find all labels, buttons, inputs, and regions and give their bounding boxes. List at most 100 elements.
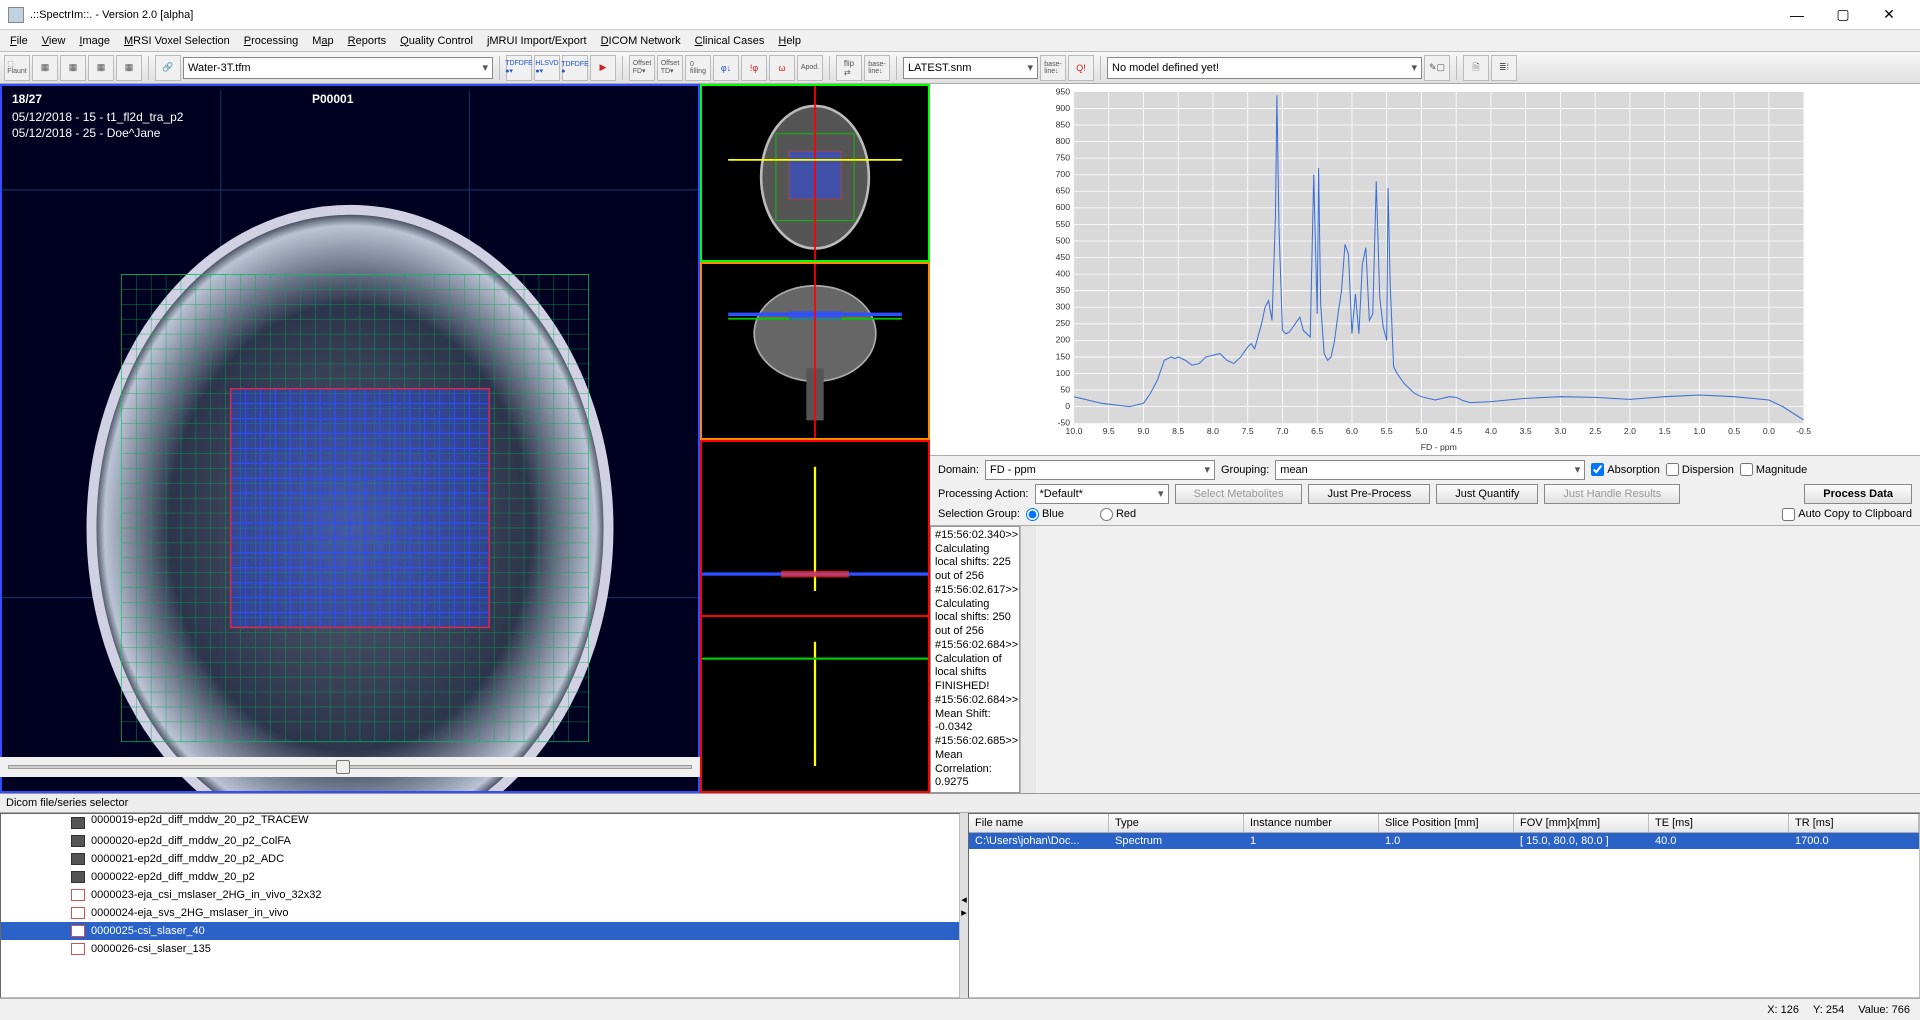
svg-text:550: 550 [1056,219,1071,229]
tree-item[interactable]: 0000026-csi_slaser_135 [1,940,959,958]
tree-item[interactable]: 0000025-csi_slaser_40 [1,922,959,940]
tool-offset-fd[interactable]: OffsetFD▾ [629,55,655,81]
domain-select[interactable]: FD - ppm [985,460,1215,480]
window-title: .::SpectrIm::. - Version 2.0 [alpha] [30,9,1774,21]
th-fov[interactable]: FOV [mm]x[mm] [1514,814,1649,832]
th-type[interactable]: Type [1109,814,1244,832]
tool-offset-td[interactable]: OffsetTD▾ [657,55,683,81]
slice-slider[interactable] [8,765,692,769]
menu-image[interactable]: Image [73,33,116,49]
tool-grid2[interactable]: ▦ [60,55,86,81]
tool-apod[interactable]: Apod. [797,55,823,81]
auto-copy-checkbox[interactable]: Auto Copy to Clipboard [1782,508,1912,521]
menu-file[interactable]: File [4,33,34,49]
minimize-button[interactable]: — [1774,0,1820,30]
th-instance[interactable]: Instance number [1244,814,1379,832]
main-image-viewer[interactable]: 18/27 P00001 05/12/2018 - 15 - t1_fl2d_t… [0,84,700,793]
tool-hlsvd[interactable]: HLSVD●▾ [534,55,560,81]
svg-text:700: 700 [1056,169,1071,179]
spectrum-plot[interactable]: 10.09.59.08.58.07.57.06.56.05.55.04.54.0… [930,84,1920,455]
tool-list-icon[interactable]: ≣⁞ [1491,55,1517,81]
menu-mrsi[interactable]: MRSI Voxel Selection [118,33,236,49]
select-metabolites-button[interactable]: Select Metabolites [1175,484,1303,504]
svg-text:200: 200 [1056,335,1071,345]
tool-baseline1[interactable]: base-line↓ [864,55,890,81]
tool-omega[interactable]: ω [769,55,795,81]
tool-play-icon[interactable]: ▶ [590,55,616,81]
tree-item[interactable]: 0000024-eja_svs_2HG_mslaser_in_vivo [1,904,959,922]
tool-grid3[interactable]: ▦ [88,55,114,81]
table-row[interactable]: C:\Users\johan\Doc... Spectrum 1 1.0 [ 1… [969,833,1919,849]
coronal-mini-view[interactable] [700,262,930,440]
process-data-button[interactable]: Process Data [1804,484,1912,504]
menu-processing[interactable]: Processing [238,33,304,49]
tool-grid4[interactable]: ▦ [116,55,142,81]
just-handle-results-button[interactable]: Just Handle Results [1544,484,1680,504]
menu-map[interactable]: Map [306,33,339,49]
tool-flaunt[interactable]: ⬚Flaunt [4,55,30,81]
processing-action-select[interactable]: *Default* [1035,484,1169,504]
tool-baseline2[interactable]: base-line↓ [1040,55,1066,81]
menu-reports[interactable]: Reports [342,33,393,49]
splitter-handle[interactable]: ◂▸ [960,813,968,998]
tool-edit-icon[interactable]: ✎▢ [1424,55,1450,81]
menu-help[interactable]: Help [772,33,807,49]
model-select[interactable]: No model defined yet! [1107,57,1422,79]
tool-doc-icon[interactable]: 🗎 [1463,55,1489,81]
axial-mini-view[interactable] [700,84,930,262]
tree-item[interactable]: 0000022-ep2d_diff_mddw_20_p2 [1,868,959,886]
log-output[interactable]: #15:56:02.340>> Calculating local shifts… [930,526,1020,793]
status-y: Y: 254 [1813,1004,1844,1016]
tree-item[interactable]: 0000019-ep2d_diff_mddw_20_p2_TRACEW [1,814,959,832]
processing-action-label: Processing Action: [938,488,1029,500]
absorption-checkbox[interactable]: Absorption [1591,463,1660,476]
th-tr[interactable]: TR [ms] [1789,814,1919,832]
svg-text:250: 250 [1056,318,1071,328]
menu-view[interactable]: View [36,33,72,49]
sagittal-mini-view-1[interactable] [700,440,930,616]
magnitude-checkbox[interactable]: Magnitude [1740,463,1807,476]
tool-0filling[interactable]: 0filling [685,55,711,81]
log-scrollbar[interactable] [1020,526,1036,793]
th-filename[interactable]: File name [969,814,1109,832]
menu-clinical[interactable]: Clinical Cases [689,33,771,49]
series-tree[interactable]: 0000019-ep2d_diff_mddw_20_p2_TRACEW00000… [0,813,960,998]
tree-item[interactable]: 0000023-eja_csi_mslaser_2HG_in_vivo_32x3… [1,886,959,904]
just-quantify-button[interactable]: Just Quantify [1436,484,1538,504]
maximize-button[interactable]: ▢ [1820,0,1866,30]
th-te[interactable]: TE [ms] [1649,814,1789,832]
tool-phi0b[interactable]: !φ [741,55,767,81]
panel-title: Dicom file/series selector [0,794,1920,813]
th-slicepos[interactable]: Slice Position [mm] [1379,814,1514,832]
tree-item[interactable]: 0000021-ep2d_diff_mddw_20_p2_ADC [1,850,959,868]
svg-text:2.5: 2.5 [1589,426,1601,436]
tool-tdfdfe1[interactable]: TDFDFE●▾ [506,55,532,81]
svg-text:3.0: 3.0 [1554,426,1566,436]
tool-link-icon[interactable]: 🔗 [155,55,181,81]
tool-flip[interactable]: flip⇄ [836,55,862,81]
svg-text:2.0: 2.0 [1624,426,1636,436]
svg-text:1.0: 1.0 [1693,426,1705,436]
selection-group-blue-radio[interactable]: Blue [1026,508,1064,521]
menu-qc[interactable]: Quality Control [394,33,479,49]
file-table[interactable]: File name Type Instance number Slice Pos… [968,813,1920,998]
tool-q-icon[interactable]: Q! [1068,55,1094,81]
selection-group-red-radio[interactable]: Red [1100,508,1136,521]
dispersion-checkbox[interactable]: Dispersion [1666,463,1734,476]
tool-grid1[interactable]: ▦ [32,55,58,81]
svg-text:3.5: 3.5 [1520,426,1532,436]
just-preprocess-button[interactable]: Just Pre-Process [1308,484,1430,504]
ortho-view-stack [700,84,930,793]
sagittal-mini-view-2[interactable] [700,615,930,793]
menu-dicom[interactable]: DICOM Network [595,33,687,49]
tool-phi0[interactable]: φ↓ [713,55,739,81]
tool-tdfdfe2[interactable]: TDFDFE● [562,55,588,81]
grouping-select[interactable]: mean [1275,460,1585,480]
close-button[interactable]: ✕ [1866,0,1912,30]
latest-select[interactable]: LATEST.snm [903,57,1038,79]
filter-select[interactable]: Water-3T.tfm [183,57,493,79]
menu-jmrui[interactable]: jMRUI Import/Export [481,33,593,49]
svg-text:8.5: 8.5 [1172,426,1184,436]
svg-text:400: 400 [1056,268,1071,278]
tree-item[interactable]: 0000020-ep2d_diff_mddw_20_p2_ColFA [1,832,959,850]
